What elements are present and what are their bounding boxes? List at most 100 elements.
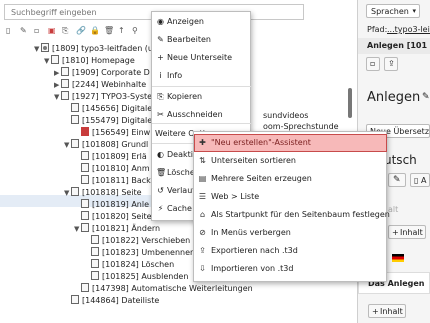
- submenu-item[interactable]: ⇪ Exportieren nach .t3d: [194, 242, 387, 260]
- submenu-item[interactable]: ☰ Web > Liste: [194, 188, 387, 206]
- language-select[interactable]: Sprachen ▾: [366, 4, 420, 18]
- page-new-icon[interactable]: ▯: [6, 26, 17, 37]
- submenu-item[interactable]: ⇩ Importieren von .t3d: [194, 260, 387, 278]
- tree-row[interactable]: [101825] Ausblenden: [84, 271, 188, 282]
- cut-icon: ✂: [157, 110, 164, 119]
- pencil-icon[interactable]: ✎: [422, 92, 430, 102]
- copy-icon: ⎘: [157, 92, 164, 101]
- view-button[interactable]: ▫: [366, 57, 380, 71]
- tree-row[interactable]: [147398] Automatische Weiterleitungen: [74, 283, 253, 294]
- expand-icon[interactable]: ▶: [54, 80, 61, 91]
- tree-row[interactable]: ▶ [2244] Webinhalte: [54, 79, 146, 90]
- context-menu-label: Bearbeiten: [167, 35, 211, 44]
- page-view-icon: ▫: [370, 59, 376, 68]
- context-menu-item[interactable]: ◉ Anzeigen: [152, 13, 251, 31]
- tree-row[interactable]: ▶ [1909] Corporate D: [54, 67, 150, 78]
- tree-scrollbar[interactable]: [348, 88, 352, 118]
- page-heading: Anlegen: [367, 90, 421, 105]
- tree-row[interactable]: [156549] Einw: [74, 127, 150, 138]
- lock-icon[interactable]: 🔒: [90, 26, 101, 37]
- page-icon: [91, 235, 99, 244]
- collapse-icon[interactable]: ▼: [74, 224, 81, 235]
- up-icon[interactable]: ↑: [118, 26, 129, 37]
- page-icon: [71, 295, 79, 304]
- tree-row-label: [101808] Grundl: [82, 140, 149, 149]
- path-link[interactable]: ...typo3-leitfa: [387, 25, 430, 34]
- submenu-item[interactable]: ✚ "Neu erstellen"-Assistent: [194, 134, 387, 152]
- context-menu-item[interactable]: ⎘ Kopieren: [152, 88, 251, 106]
- menu-divider: [152, 86, 251, 87]
- filter-icon[interactable]: ⚲: [132, 26, 143, 37]
- context-menu-item[interactable]: ✂ Ausschneiden: [152, 106, 251, 124]
- page-icon: [61, 91, 69, 100]
- tree-row[interactable]: [101809] Erlä: [74, 151, 147, 162]
- collapse-icon[interactable]: ▼: [44, 56, 51, 67]
- tree-row[interactable]: ▼ [101821] Ändern: [74, 223, 160, 234]
- tree-row[interactable]: [101824] Löschen: [84, 259, 174, 270]
- submenu-label: In Menüs verbergen: [211, 228, 291, 237]
- tree-row[interactable]: [101823] Umbenennen: [84, 247, 195, 258]
- page-edit-icon[interactable]: ✎: [20, 26, 31, 37]
- export-button[interactable]: ⇪: [384, 57, 398, 71]
- context-menu-item[interactable]: i Info: [152, 67, 251, 85]
- tree-row-label: [101822] Verschieben: [102, 236, 191, 245]
- info-icon: i: [159, 71, 162, 80]
- collapse-icon[interactable]: ▼: [54, 92, 61, 103]
- submenu-item[interactable]: ⊘ In Menüs verbergen: [194, 224, 387, 242]
- context-menu-item[interactable]: + Neue Unterseite: [152, 49, 251, 67]
- menu-divider: [152, 123, 251, 124]
- new-content-button[interactable]: ▯ A: [410, 173, 430, 187]
- trash-icon[interactable]: 🗑: [104, 26, 115, 37]
- add-content-button[interactable]: + Inhalt: [388, 225, 426, 239]
- mountpoint-icon: ⌂: [199, 210, 206, 219]
- page-icon: [71, 139, 79, 148]
- expand-icon[interactable]: ▶: [54, 68, 61, 79]
- new-subpage-icon: +: [157, 53, 164, 62]
- tree-row[interactable]: ▼ [1927] TYPO3-Syste: [54, 91, 152, 102]
- context-menu-label: Kopieren: [167, 92, 203, 101]
- sort-icon: ⇅: [199, 156, 206, 165]
- page-copy-icon[interactable]: ⎘: [62, 26, 73, 37]
- page-icon: [61, 67, 69, 76]
- collapse-icon[interactable]: ▼: [34, 44, 41, 55]
- page-icon: [71, 187, 79, 196]
- page-icon: [61, 79, 69, 88]
- page-icon: [81, 163, 89, 172]
- tree-row-label: [101823] Umbenennen: [102, 248, 196, 257]
- tree-row[interactable]: [101819] Anle: [74, 199, 149, 210]
- german-flag-icon: [392, 254, 404, 262]
- tree-row[interactable]: ▼ [101808] Grundl: [64, 139, 148, 150]
- site-root-icon: [41, 43, 49, 52]
- tree-row[interactable]: ▼ [101818] Seite: [64, 187, 142, 198]
- tree-row[interactable]: [101811] Back: [74, 175, 151, 186]
- collapse-icon[interactable]: ▼: [64, 188, 71, 199]
- page-icon: [51, 55, 59, 64]
- tree-row[interactable]: [101810] Anm: [74, 163, 150, 174]
- submenu-item[interactable]: ▤ Mehrere Seiten erzeugen: [194, 170, 387, 188]
- submenu-item[interactable]: ⇅ Unterseiten sortieren: [194, 152, 387, 170]
- tree-row-label: [1927] TYPO3-Syste: [72, 92, 153, 101]
- collapse-icon[interactable]: ▼: [64, 140, 71, 151]
- link-icon[interactable]: 🔗: [76, 26, 87, 37]
- tree-row[interactable]: ▼ [1810] Homepage: [44, 55, 135, 66]
- toggle-icon: ◐: [157, 150, 164, 159]
- submenu-item[interactable]: ⌂ Als Startpunkt für den Seitenbaum festl…: [194, 206, 390, 224]
- page-delete-icon[interactable]: ▣: [48, 26, 59, 37]
- module-tab[interactable]: Anlegen [101: [358, 38, 430, 54]
- edit-button[interactable]: ✎: [388, 173, 406, 187]
- tree-row[interactable]: [101822] Verschieben: [84, 235, 190, 246]
- delete-icon: 🗑: [156, 168, 167, 177]
- tree-row[interactable]: ▼ [1809] typo3-leitfaden (u: [34, 43, 153, 54]
- page-icon: [81, 199, 89, 208]
- context-menu-label: Ausschneiden: [167, 110, 223, 119]
- submenu-label: Importieren von .t3d: [211, 264, 294, 273]
- tree-row[interactable]: [144864] Dateiliste: [64, 295, 159, 306]
- tree-row[interactable]: [155479] Digitale: [64, 115, 152, 126]
- page-restricted-icon: [81, 127, 89, 136]
- chevron-down-icon: ▾: [412, 7, 416, 15]
- context-menu-item[interactable]: ✎ Bearbeiten: [152, 31, 251, 49]
- page-view-icon[interactable]: ▫: [34, 26, 45, 37]
- tree-row[interactable]: [145656] Digitale: [64, 103, 152, 114]
- add-content-button-2[interactable]: + Inhalt: [368, 304, 406, 318]
- page-icon: [81, 211, 89, 220]
